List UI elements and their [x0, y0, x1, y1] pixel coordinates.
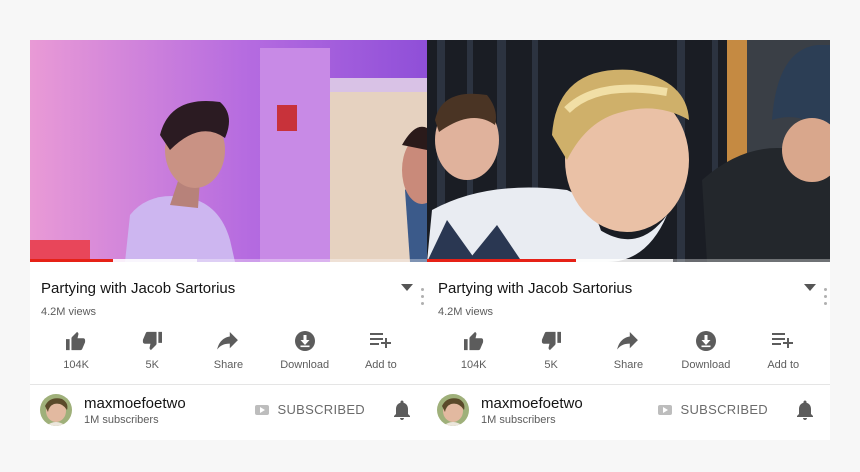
download-icon	[668, 330, 743, 352]
avatar[interactable]	[437, 394, 469, 426]
bell-icon[interactable]	[393, 400, 411, 425]
add-to-label: Add to	[767, 359, 800, 371]
video-card-right: Partying with Jacob Sartorius 4.2M views…	[427, 40, 830, 440]
add-to-button[interactable]: Add to	[746, 330, 821, 371]
avatar[interactable]	[40, 394, 72, 426]
download-icon	[267, 330, 342, 352]
video-title: Partying with Jacob Sartorius	[41, 280, 236, 297]
youtube-icon	[658, 404, 673, 415]
subscriber-count: 1M subscribers	[84, 413, 159, 426]
channel-name[interactable]: maxmoefoetwo	[481, 395, 583, 412]
share-label: Share	[613, 359, 644, 371]
dislike-button[interactable]: 5K	[514, 330, 589, 371]
video-title: Partying with Jacob Sartorius	[438, 280, 633, 297]
download-label: Download	[280, 359, 330, 371]
progress-bar[interactable]	[30, 259, 427, 262]
action-bar: 104K 5K Share Download Add to	[427, 318, 830, 371]
video-frame	[427, 40, 830, 262]
action-bar: 104K 5K Share Download Add to	[30, 318, 427, 371]
like-button[interactable]: 104K	[436, 330, 511, 371]
add-to-label: Add to	[364, 359, 397, 371]
download-label: Download	[681, 359, 731, 371]
like-count: 104K	[63, 359, 89, 371]
subscriber-count: 1M subscribers	[481, 413, 556, 426]
download-button[interactable]: Download	[267, 330, 342, 371]
channel-info: maxmoefoetwo 1M subscribers	[84, 395, 186, 426]
view-count: 4.2M views	[41, 306, 97, 318]
title-row: Partying with Jacob Sartorius	[427, 274, 830, 304]
video-player[interactable]	[427, 40, 830, 262]
video-card-left: Partying with Jacob Sartorius 4.2M views…	[30, 40, 427, 440]
progress-played	[30, 259, 114, 262]
like-button[interactable]: 104K	[39, 330, 114, 371]
dislike-count: 5K	[544, 359, 558, 371]
share-button[interactable]: Share	[191, 330, 266, 371]
thumbs-up-icon	[39, 330, 114, 352]
drag-handle-left[interactable]	[421, 288, 424, 305]
progress-played	[427, 259, 577, 262]
dislike-button[interactable]: 5K	[115, 330, 190, 371]
channel-info: maxmoefoetwo 1M subscribers	[481, 395, 583, 426]
like-count: 104K	[460, 359, 487, 371]
expand-chevron-icon[interactable]	[804, 284, 816, 291]
title-row: Partying with Jacob Sartorius	[30, 274, 427, 304]
subscribed-label: SUBSCRIBED	[680, 402, 768, 417]
subscribed-button[interactable]: SUBSCRIBED	[658, 402, 768, 417]
bell-icon[interactable]	[796, 400, 814, 425]
view-count: 4.2M views	[438, 306, 494, 318]
share-icon	[191, 330, 266, 352]
download-button[interactable]: Download	[668, 330, 743, 371]
video-player[interactable]	[30, 40, 427, 262]
youtube-icon	[255, 404, 270, 415]
share-label: Share	[213, 359, 244, 371]
channel-row: maxmoefoetwo 1M subscribers SUBSCRIBED	[427, 385, 830, 435]
add-to-button[interactable]: Add to	[343, 330, 418, 371]
share-icon	[591, 330, 666, 352]
channel-name[interactable]: maxmoefoetwo	[84, 395, 186, 412]
channel-row: maxmoefoetwo 1M subscribers SUBSCRIBED	[30, 385, 427, 435]
subscribed-label: SUBSCRIBED	[277, 402, 365, 417]
expand-chevron-icon[interactable]	[401, 284, 413, 291]
dislike-count: 5K	[145, 359, 160, 371]
progress-bar[interactable]	[427, 259, 830, 262]
thumbs-down-icon	[115, 330, 190, 352]
playlist-add-icon	[343, 330, 418, 352]
subscribed-button[interactable]: SUBSCRIBED	[255, 402, 365, 417]
thumbs-down-icon	[514, 330, 589, 352]
playlist-add-icon	[746, 330, 821, 352]
share-button[interactable]: Share	[591, 330, 666, 371]
thumbs-up-icon	[436, 330, 511, 352]
drag-handle-right[interactable]	[824, 288, 827, 305]
video-frame	[30, 40, 427, 262]
